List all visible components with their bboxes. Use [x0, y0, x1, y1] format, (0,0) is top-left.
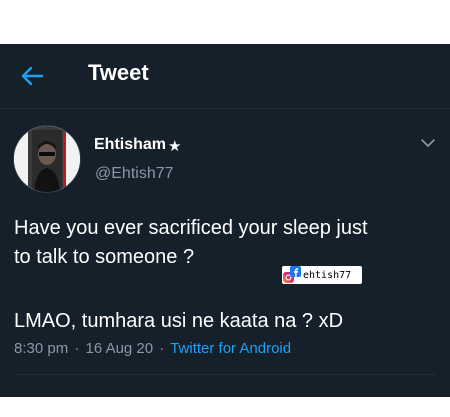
- tweet-meta: 8:30 pm · 16 Aug 20 · Twitter for Androi…: [14, 340, 291, 357]
- page-title: Tweet: [88, 60, 149, 85]
- tweet-text-line: Have you ever sacrificed your sleep just: [14, 217, 368, 239]
- tweet-text-line: LMAO, tumhara usi ne kaata na ? xD: [14, 310, 344, 332]
- watermark: ehtish77: [282, 266, 362, 284]
- facebook-instagram-logo: [283, 266, 301, 283]
- tweet-date: 16 Aug 20: [85, 340, 154, 357]
- tweet-text-line: to talk to someone ?: [14, 246, 195, 268]
- divider: [14, 374, 436, 375]
- author-handle[interactable]: @Ehtish77: [95, 165, 174, 183]
- tweet-screen: Tweet Ehtisham ★ @Ehtish77 Have you ever…: [0, 44, 450, 397]
- source-app-link[interactable]: Twitter for Android: [170, 340, 291, 357]
- author-name[interactable]: Ehtisham: [94, 136, 166, 154]
- back-arrow-icon[interactable]: [20, 65, 44, 87]
- watermark-text: ehtish77: [303, 269, 352, 281]
- chevron-down-icon[interactable]: [420, 138, 436, 148]
- tweet-time: 8:30 pm: [14, 340, 69, 357]
- avatar[interactable]: [13, 125, 81, 193]
- star-icon: ★: [168, 138, 182, 155]
- meta-separator: ·: [159, 340, 165, 357]
- header-bar: Tweet: [0, 44, 450, 109]
- avatar-photo: [14, 126, 80, 192]
- meta-separator: ·: [74, 340, 80, 357]
